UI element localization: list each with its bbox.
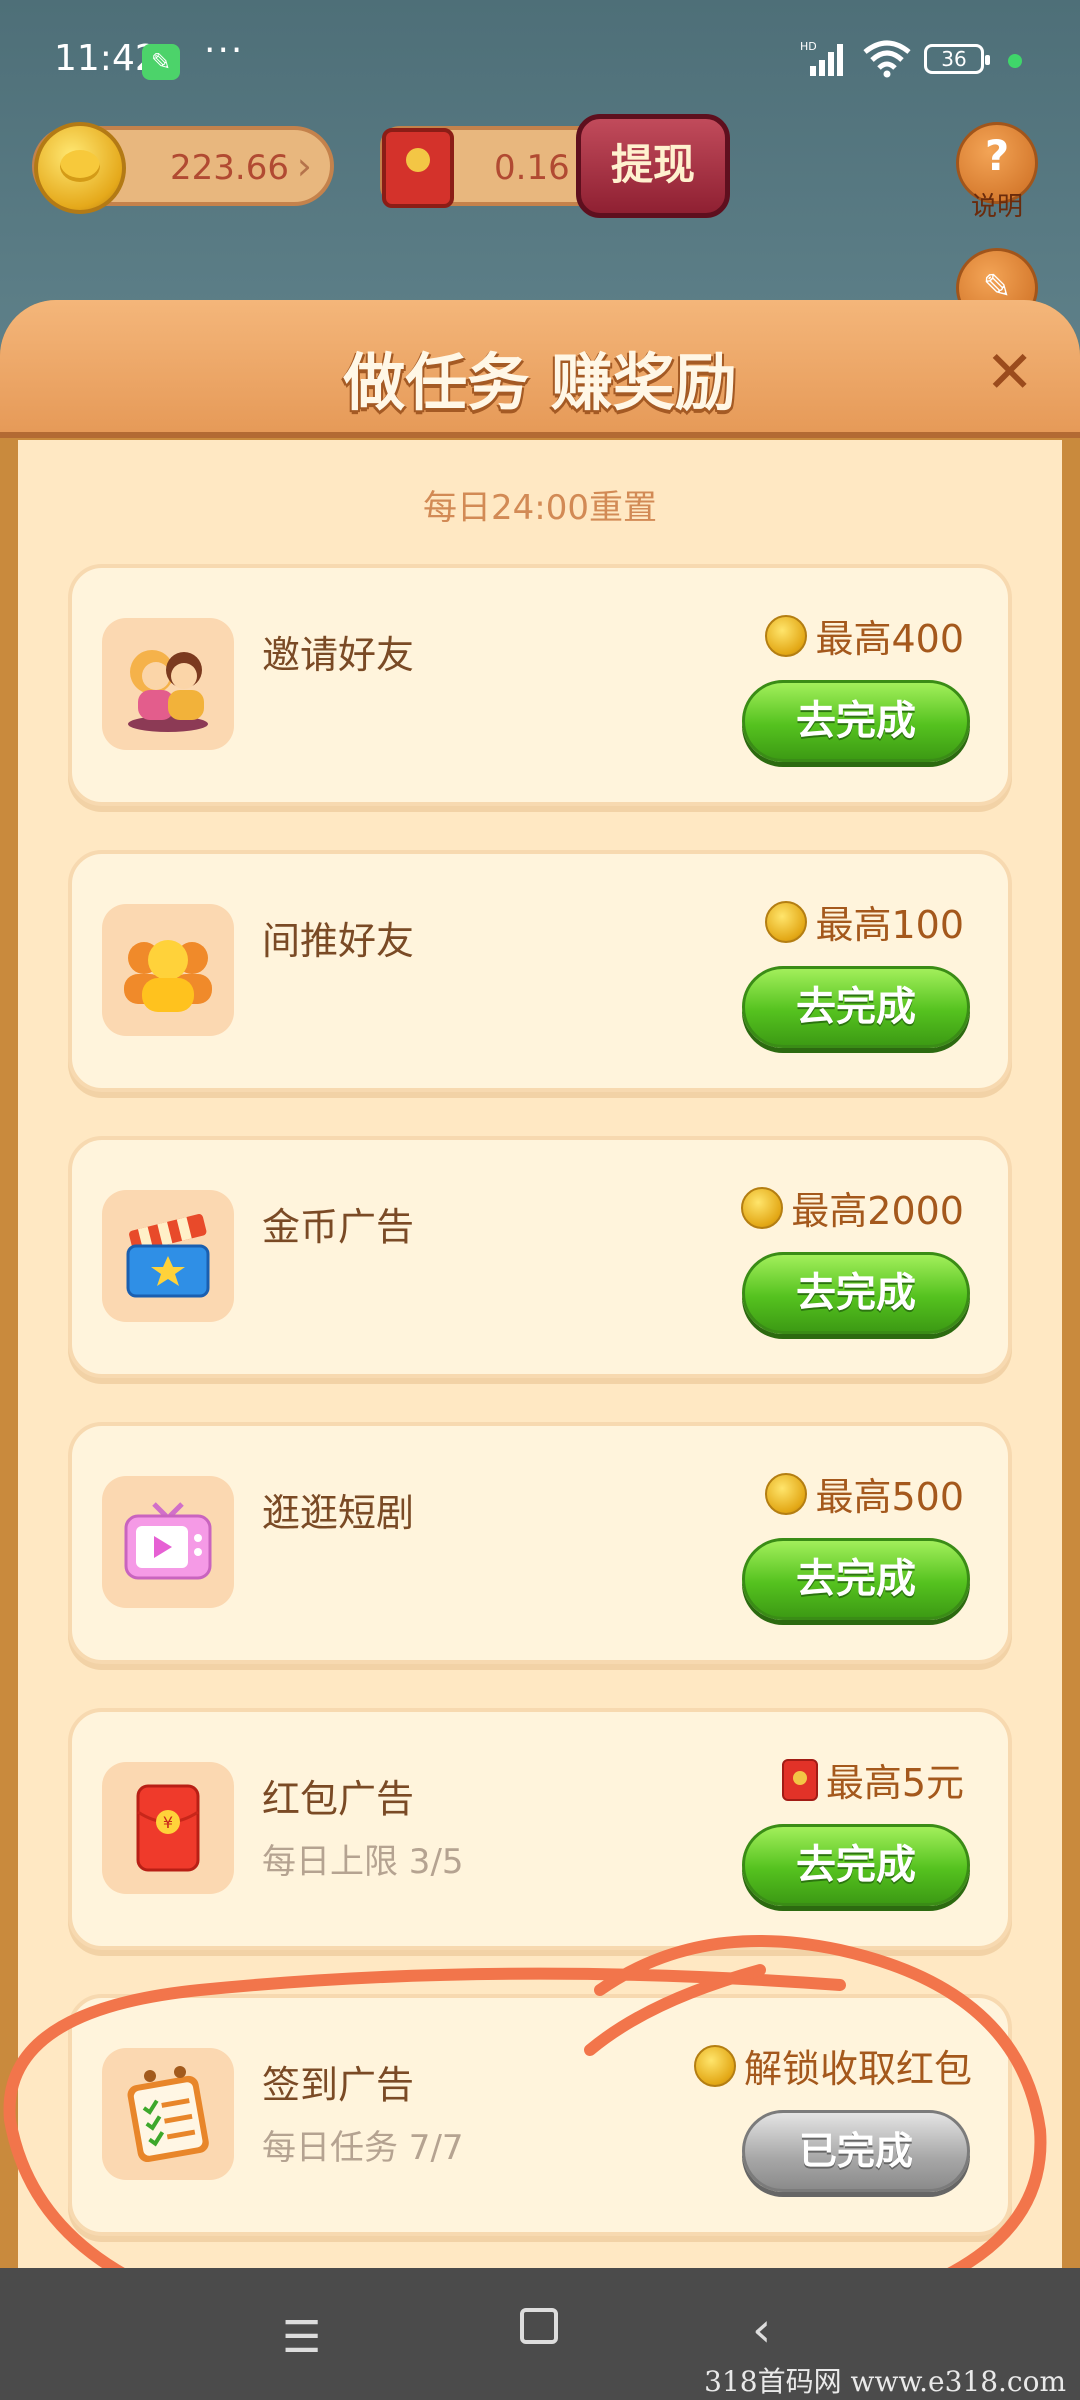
signal-icon: HD bbox=[800, 40, 843, 76]
coin-icon bbox=[765, 614, 808, 657]
red-envelope-icon bbox=[382, 128, 454, 208]
indirect-friends-icon bbox=[124, 940, 212, 1012]
task-name: 签到广告 bbox=[262, 2063, 415, 2107]
task-reward: 最高5元 bbox=[781, 1752, 964, 1807]
watermark: 318首码网 www.e318.com bbox=[704, 2365, 1066, 2398]
task-reward: 解锁收取红包 bbox=[693, 2038, 972, 2093]
panel-header: 做任务 赚奖励 ✕ bbox=[0, 300, 1080, 438]
task-card-invite-friends: 邀请好友 最高400 去完成 bbox=[68, 564, 1012, 806]
gold-coin-icon bbox=[34, 122, 126, 214]
coin-icon bbox=[741, 1186, 784, 1229]
help-label[interactable]: 说明 bbox=[960, 186, 1034, 223]
tv-play-icon bbox=[124, 1502, 212, 1580]
task-name: 邀请好友 bbox=[262, 633, 415, 677]
cash-balance-value: 0.16 bbox=[494, 148, 570, 188]
question-mark-icon: ? bbox=[984, 131, 1010, 180]
reset-note: 每日24:00重置 bbox=[423, 488, 657, 528]
task-reward-text: 最高2000 bbox=[791, 1189, 964, 1233]
coin-icon bbox=[765, 1472, 808, 1515]
privacy-indicator-dot bbox=[1008, 54, 1022, 68]
task-name: 金币广告 bbox=[262, 1205, 415, 1249]
svg-text:¥: ¥ bbox=[163, 1813, 173, 1832]
checklist-icon bbox=[127, 2066, 209, 2163]
task-reward: 最高100 bbox=[765, 894, 964, 949]
close-icon[interactable]: ✕ bbox=[985, 338, 1034, 406]
panel-body: 每日24:00重置 邀请好友 最高400 去完成 间推好友 最高100 去完成 … bbox=[18, 440, 1062, 2400]
task-name: 间推好友 bbox=[262, 919, 415, 963]
back-icon[interactable]: ‹ bbox=[752, 2302, 771, 2358]
task-reward: 最高2000 bbox=[741, 1180, 964, 1235]
menu-icon[interactable]: ☰ bbox=[282, 2312, 321, 2363]
wrench-icon: ✎ bbox=[142, 44, 180, 80]
task-reward-text: 解锁收取红包 bbox=[743, 2047, 972, 2091]
wifi-icon bbox=[863, 40, 911, 78]
go-complete-button[interactable]: 去完成 bbox=[742, 1538, 970, 1620]
task-reward: 最高400 bbox=[765, 608, 964, 663]
task-reward-text: 最高400 bbox=[815, 617, 964, 661]
go-complete-button[interactable]: 去完成 bbox=[742, 966, 970, 1048]
withdraw-button[interactable]: 提现 bbox=[576, 114, 730, 218]
completed-button: 已完成 bbox=[742, 2110, 970, 2192]
task-reward-text: 最高5元 bbox=[825, 1761, 964, 1805]
task-card-red-packet-ad: ¥ 红包广告 每日上限 3/5 最高5元 去完成 bbox=[68, 1708, 1012, 1950]
task-card-indirect-friends: 间推好友 最高100 去完成 bbox=[68, 850, 1012, 1092]
go-complete-button[interactable]: 去完成 bbox=[742, 1824, 970, 1906]
task-limit: 每日上限 3/5 bbox=[262, 1842, 464, 1882]
invite-friends-icon bbox=[128, 650, 208, 732]
home-icon[interactable] bbox=[520, 2308, 558, 2344]
go-complete-button[interactable]: 去完成 bbox=[742, 680, 970, 762]
status-bar: 11:42 ✎ ··· HD 36 bbox=[0, 0, 1080, 110]
task-reward: 最高500 bbox=[765, 1466, 964, 1521]
coin-balance-value: 223.66 bbox=[170, 148, 289, 188]
battery-icon: 36 bbox=[924, 44, 990, 74]
coin-balance[interactable]: 223.66 › bbox=[32, 122, 334, 214]
panel-title: 做任务 赚奖励 bbox=[343, 346, 737, 419]
coin-icon bbox=[765, 900, 808, 943]
go-complete-button[interactable]: 去完成 bbox=[742, 1252, 970, 1334]
task-limit: 每日任务 7/7 bbox=[262, 2128, 464, 2168]
clapperboard-icon bbox=[126, 1214, 210, 1298]
task-panel: 做任务 赚奖励 ✕ 每日24:00重置 邀请好友 最高400 去完成 间推好友 … bbox=[0, 300, 1080, 2400]
chevron-right-icon: › bbox=[296, 144, 312, 188]
task-name: 逛逛短剧 bbox=[262, 1491, 415, 1535]
more-notifications-icon: ··· bbox=[204, 30, 245, 71]
task-card-checkin-ad: 签到广告 每日任务 7/7 解锁收取红包 已完成 bbox=[68, 1994, 1012, 2236]
red-packet-icon bbox=[781, 1758, 818, 1801]
task-card-short-drama: 逛逛短剧 最高500 去完成 bbox=[68, 1422, 1012, 1664]
task-reward-text: 最高500 bbox=[815, 1475, 964, 1519]
task-name: 红包广告 bbox=[262, 1777, 415, 1821]
svg-text:HD: HD bbox=[800, 40, 817, 53]
task-reward-text: 最高100 bbox=[815, 903, 964, 947]
red-envelope-icon: ¥ bbox=[136, 1784, 200, 1872]
task-card-coin-ad: 金币广告 最高2000 去完成 bbox=[68, 1136, 1012, 1378]
coin-icon bbox=[693, 2044, 736, 2087]
